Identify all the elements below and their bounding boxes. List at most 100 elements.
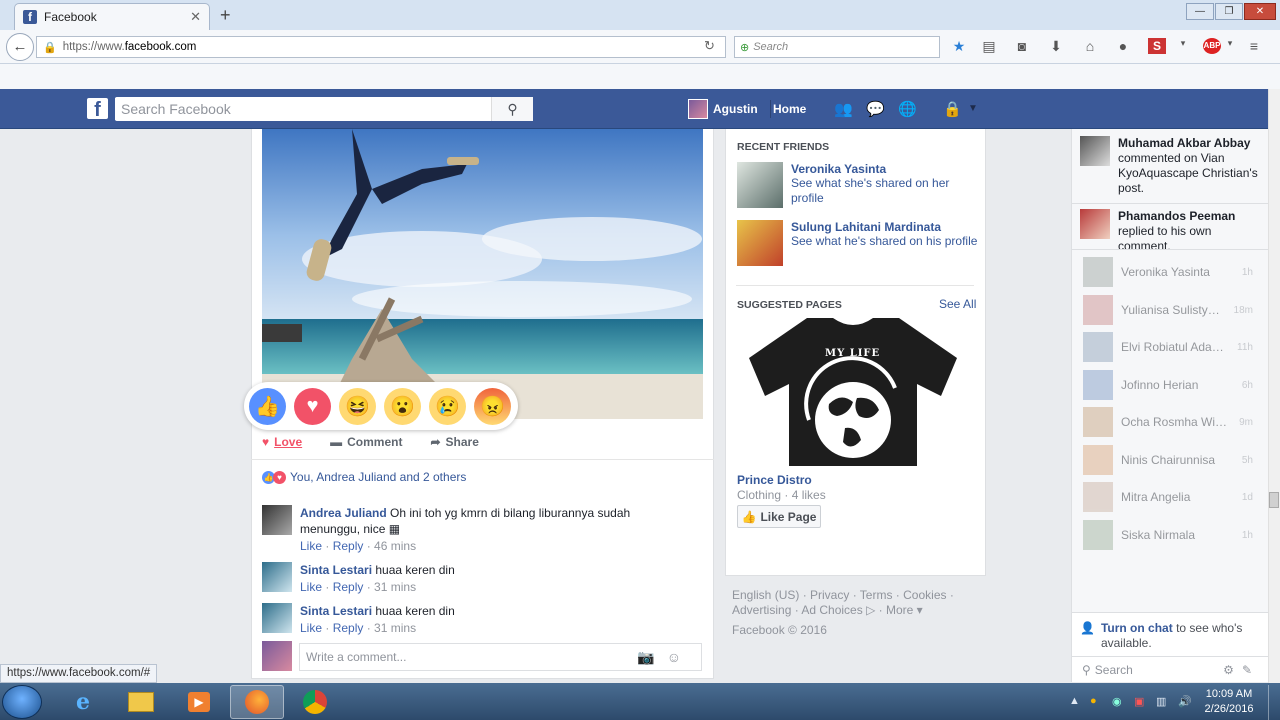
chat-search[interactable]: ⚲ Search ⚙✎ bbox=[1072, 656, 1268, 682]
minimize-button[interactable]: — bbox=[1186, 3, 1214, 20]
start-button[interactable] bbox=[2, 685, 42, 719]
footer-links-row1[interactable]: English (US) · Privacy · Terms · Cookies… bbox=[732, 588, 982, 603]
chat-contact[interactable]: Jofinno Herian 6h bbox=[1083, 370, 1253, 400]
browser-search-box[interactable]: ⊕ Search bbox=[734, 36, 940, 58]
comment-time[interactable]: 31 mins bbox=[374, 580, 416, 594]
gear-icon[interactable]: ⚙ bbox=[1223, 663, 1242, 677]
share-button[interactable]: ➦ Share bbox=[430, 435, 478, 449]
reactions-summary[interactable]: 👍 ♥ You, Andrea Juliand and 2 others bbox=[262, 470, 466, 484]
comment-time[interactable]: 31 mins bbox=[374, 621, 416, 635]
commenter-name[interactable]: Sinta Lestari bbox=[300, 563, 372, 577]
network-icon[interactable]: ▥ bbox=[1156, 695, 1166, 708]
home-link[interactable]: Home bbox=[773, 102, 806, 116]
extension-s-icon[interactable]: S bbox=[1148, 38, 1166, 54]
post-photo[interactable] bbox=[262, 129, 703, 419]
footer-links-row2[interactable]: Advertising · Ad Choices ▷ · More ▾ bbox=[732, 603, 982, 618]
avatar[interactable] bbox=[262, 603, 292, 633]
media-player-icon[interactable]: ▶ bbox=[172, 685, 226, 719]
facebook-search-input[interactable] bbox=[115, 98, 491, 120]
dropdown-icon[interactable]: ▾ bbox=[1221, 38, 1239, 49]
turn-on-chat-link[interactable]: Turn on chat bbox=[1101, 621, 1173, 635]
account-menu-chevron-down-icon[interactable]: ▼ bbox=[968, 103, 978, 114]
address-bar[interactable]: 🔒 https://www.facebook.com bbox=[36, 36, 726, 58]
comment-reply-link[interactable]: Reply bbox=[333, 580, 364, 594]
comment-like-link[interactable]: Like bbox=[300, 539, 322, 553]
chat-contact[interactable]: Ninis Chairunnisa 5h bbox=[1083, 445, 1253, 475]
notifications-globe-icon[interactable]: 🌐 bbox=[898, 100, 917, 118]
avatar[interactable] bbox=[737, 220, 783, 266]
pocket-icon[interactable]: ◙ bbox=[1013, 38, 1031, 54]
scrollbar-thumb[interactable] bbox=[1269, 492, 1279, 508]
reading-list-icon[interactable]: ▤ bbox=[980, 38, 998, 55]
friend-sub-link[interactable]: See what he's shared on his profile bbox=[791, 234, 981, 249]
chat-contact[interactable]: Yulianisa Sulistyoni... 18m bbox=[1083, 295, 1253, 325]
avatar[interactable] bbox=[688, 99, 708, 119]
volume-icon[interactable]: 🔊 bbox=[1178, 695, 1192, 708]
emoji-icon[interactable]: ☺ bbox=[667, 649, 693, 665]
ticker-item[interactable]: Phamandos Peeman replied to his own comme… bbox=[1080, 209, 1263, 249]
commenter-name[interactable]: Andrea Juliand bbox=[300, 506, 387, 520]
tray-eye-icon[interactable]: ◉ bbox=[1112, 695, 1122, 708]
back-button[interactable]: ← bbox=[6, 33, 34, 61]
chat-contact[interactable]: Elvi Robiatul Adawi... 11h bbox=[1083, 332, 1253, 362]
messages-icon[interactable]: 💬 bbox=[866, 100, 885, 118]
firefox-icon[interactable] bbox=[230, 685, 284, 719]
chat-contact[interactable]: Veronika Yasinta 1h bbox=[1083, 257, 1253, 287]
suggested-page-name[interactable]: Prince Distro bbox=[737, 473, 812, 487]
avatar[interactable] bbox=[262, 562, 292, 592]
comment-button[interactable]: ▬ Comment bbox=[330, 435, 402, 449]
show-desktop-button[interactable] bbox=[1268, 685, 1280, 720]
file-explorer-icon[interactable] bbox=[114, 685, 168, 719]
chat-icon[interactable]: ● bbox=[1114, 38, 1132, 54]
search-icon[interactable]: ⚲ bbox=[491, 97, 533, 121]
love-button[interactable]: ♥ Love bbox=[262, 435, 302, 449]
compose-icon[interactable]: ✎ bbox=[1242, 663, 1260, 677]
avatar[interactable] bbox=[262, 505, 292, 535]
comment-input[interactable]: Write a comment... 📷☺ bbox=[299, 643, 702, 671]
privacy-shortcuts-icon[interactable]: 🔒 bbox=[943, 100, 962, 118]
maximize-button[interactable]: ❐ bbox=[1215, 3, 1243, 20]
chat-contact[interactable]: Ocha Rosmha Widy... 9m bbox=[1083, 407, 1253, 437]
avatar[interactable] bbox=[737, 162, 783, 208]
friend-name[interactable]: Sulung Lahitani Mardinata bbox=[791, 220, 981, 234]
wow-reaction-icon[interactable]: 😮 bbox=[384, 387, 421, 425]
bookmark-star-icon[interactable]: ★ bbox=[950, 38, 968, 55]
dropdown-icon[interactable]: ▾ bbox=[1174, 38, 1192, 49]
comment-time[interactable]: 46 mins bbox=[374, 539, 416, 553]
internet-explorer-icon[interactable]: e bbox=[56, 685, 110, 719]
reload-icon[interactable]: ↻ bbox=[704, 38, 715, 54]
comment-like-link[interactable]: Like bbox=[300, 621, 322, 635]
tray-monitor-icon[interactable]: ▣ bbox=[1134, 695, 1144, 708]
download-icon[interactable]: ⬇ bbox=[1047, 38, 1065, 55]
comment-reply-link[interactable]: Reply bbox=[333, 539, 364, 553]
taskbar-clock[interactable]: 10:09 AM 2/26/2016 bbox=[1198, 687, 1260, 717]
close-tab-icon[interactable]: ✕ bbox=[190, 9, 201, 25]
facebook-logo-icon[interactable]: f bbox=[87, 98, 108, 121]
angry-reaction-icon[interactable]: 😠 bbox=[474, 387, 511, 425]
friend-requests-icon[interactable]: 👥 bbox=[834, 100, 853, 118]
friend-sub-link[interactable]: See what she's shared on her profile bbox=[791, 176, 951, 206]
see-all-link[interactable]: See All bbox=[939, 297, 976, 311]
profile-link[interactable]: Agustin bbox=[713, 102, 758, 116]
chrome-icon[interactable] bbox=[288, 685, 342, 719]
love-reaction-icon[interactable]: ♥ bbox=[294, 387, 331, 425]
new-tab-button[interactable]: + bbox=[220, 5, 231, 26]
suggested-page-image[interactable]: MY LIFE bbox=[745, 318, 961, 466]
sad-reaction-icon[interactable]: 😢 bbox=[429, 387, 466, 425]
haha-reaction-icon[interactable]: 😆 bbox=[339, 387, 376, 425]
camera-icon[interactable]: 📷 bbox=[637, 649, 666, 665]
ticker-item[interactable]: Muhamad Akbar Abbay commented on Vian Kyo… bbox=[1080, 136, 1263, 196]
adblock-icon[interactable]: ABP bbox=[1203, 38, 1221, 54]
commenter-name[interactable]: Sinta Lestari bbox=[300, 604, 372, 618]
tray-app-icon[interactable]: ● bbox=[1090, 695, 1097, 707]
like-reaction-icon[interactable]: 👍 bbox=[249, 387, 286, 425]
browser-tab[interactable]: f Facebook ✕ bbox=[14, 3, 210, 30]
page-scrollbar[interactable] bbox=[1268, 89, 1280, 683]
close-window-button[interactable]: ✕ bbox=[1244, 3, 1276, 20]
comment-reply-link[interactable]: Reply bbox=[333, 621, 364, 635]
chat-contact[interactable]: Mitra Angelia 1d bbox=[1083, 482, 1253, 512]
home-icon[interactable]: ⌂ bbox=[1081, 38, 1099, 54]
comment-like-link[interactable]: Like bbox=[300, 580, 322, 594]
chat-contact[interactable]: Siska Nirmala 1h bbox=[1083, 520, 1253, 550]
show-hidden-icons-icon[interactable]: ▲ bbox=[1069, 695, 1080, 707]
